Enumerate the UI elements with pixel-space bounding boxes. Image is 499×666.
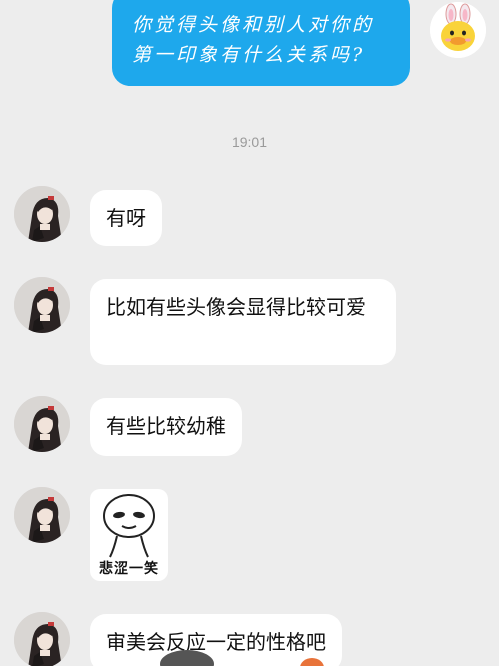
incoming-message-bubble[interactable]: 有些比较幼稚	[90, 398, 242, 456]
contact-avatar[interactable]	[14, 612, 70, 666]
smirk-face-sticker-icon	[103, 494, 155, 558]
outgoing-message-row: 你觉得头像和别人对你的第一印象有什么关系吗?	[0, 0, 499, 90]
incoming-message-bubble[interactable]: 比如有些头像会显得比较可爱	[90, 279, 396, 365]
contact-avatar[interactable]	[14, 186, 70, 242]
girl-portrait-avatar-icon	[14, 612, 70, 666]
contact-avatar[interactable]	[14, 487, 70, 543]
incoming-message-bubble[interactable]: 有呀	[90, 190, 162, 246]
sticker-caption: 悲涩一笑	[99, 561, 159, 577]
girl-portrait-avatar-icon	[14, 396, 70, 452]
duck-bunny-avatar-icon	[430, 2, 486, 58]
my-avatar[interactable]	[430, 2, 486, 58]
contact-avatar[interactable]	[14, 277, 70, 333]
contact-avatar[interactable]	[14, 396, 70, 452]
message-timestamp: 19:01	[231, 134, 268, 150]
incoming-message-bubble[interactable]: 审美会反应一定的性格吧	[90, 614, 342, 666]
chat-view[interactable]: 你觉得头像和别人对你的第一印象有什么关系吗? 19:01 有呀 比如有些头像会显…	[0, 0, 499, 666]
outgoing-message-bubble[interactable]: 你觉得头像和别人对你的第一印象有什么关系吗?	[112, 0, 410, 86]
girl-portrait-avatar-icon	[14, 277, 70, 333]
girl-portrait-avatar-icon	[14, 487, 70, 543]
girl-portrait-avatar-icon	[14, 186, 70, 242]
sticker-message[interactable]: 悲涩一笑	[90, 489, 168, 581]
